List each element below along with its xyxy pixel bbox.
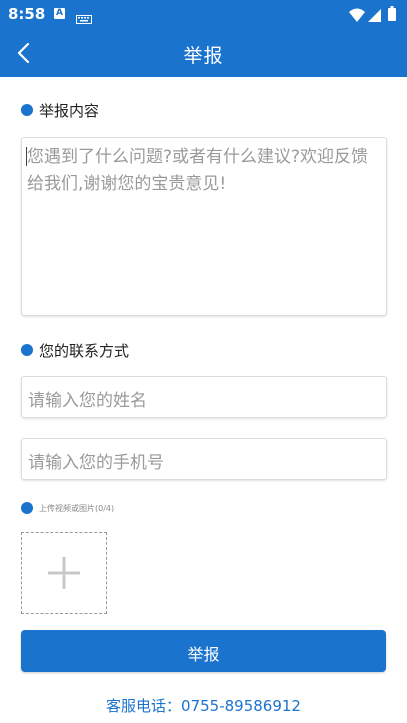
add-media-button[interactable]	[21, 532, 107, 614]
bullet-dot-icon	[21, 104, 33, 116]
report-content-label: 举报内容	[39, 102, 100, 120]
battery-icon	[388, 6, 396, 21]
submit-report-label: 举报	[187, 645, 220, 664]
bullet-dot-icon	[21, 502, 33, 514]
name-input[interactable]: 请输入您的姓名	[21, 376, 387, 418]
status-time: 8:58	[8, 5, 46, 23]
wifi-icon	[349, 7, 365, 22]
status-bar: 8:58 A	[0, 0, 407, 28]
phone-input[interactable]: 请输入您的手机号	[21, 438, 387, 480]
phone-input-placeholder: 请输入您的手机号	[28, 453, 164, 473]
report-content-placeholder: 您遇到了什么问题?或者有什么建议?欢迎反馈给我们,谢谢您的宝贵意见!	[27, 147, 369, 194]
submit-report-button[interactable]: 举报	[21, 630, 386, 672]
name-input-placeholder: 请输入您的姓名	[28, 391, 147, 411]
bullet-dot-icon	[21, 344, 33, 356]
app-bar: 举报	[0, 28, 407, 77]
notification-a-icon: A	[54, 8, 65, 19]
signal-icon	[368, 7, 381, 22]
page-title: 举报	[183, 45, 224, 67]
report-content-textarea[interactable]: 您遇到了什么问题?或者有什么建议?欢迎反馈给我们,谢谢您的宝贵意见!	[21, 137, 387, 316]
customer-service-hotline[interactable]: 客服电话：0755-89586912	[0, 695, 407, 716]
upload-label: 上传视频或图片(0/4)	[39, 504, 115, 513]
keyboard-icon	[76, 9, 92, 24]
plus-icon	[48, 557, 80, 589]
contact-label: 您的联系方式	[39, 342, 130, 360]
